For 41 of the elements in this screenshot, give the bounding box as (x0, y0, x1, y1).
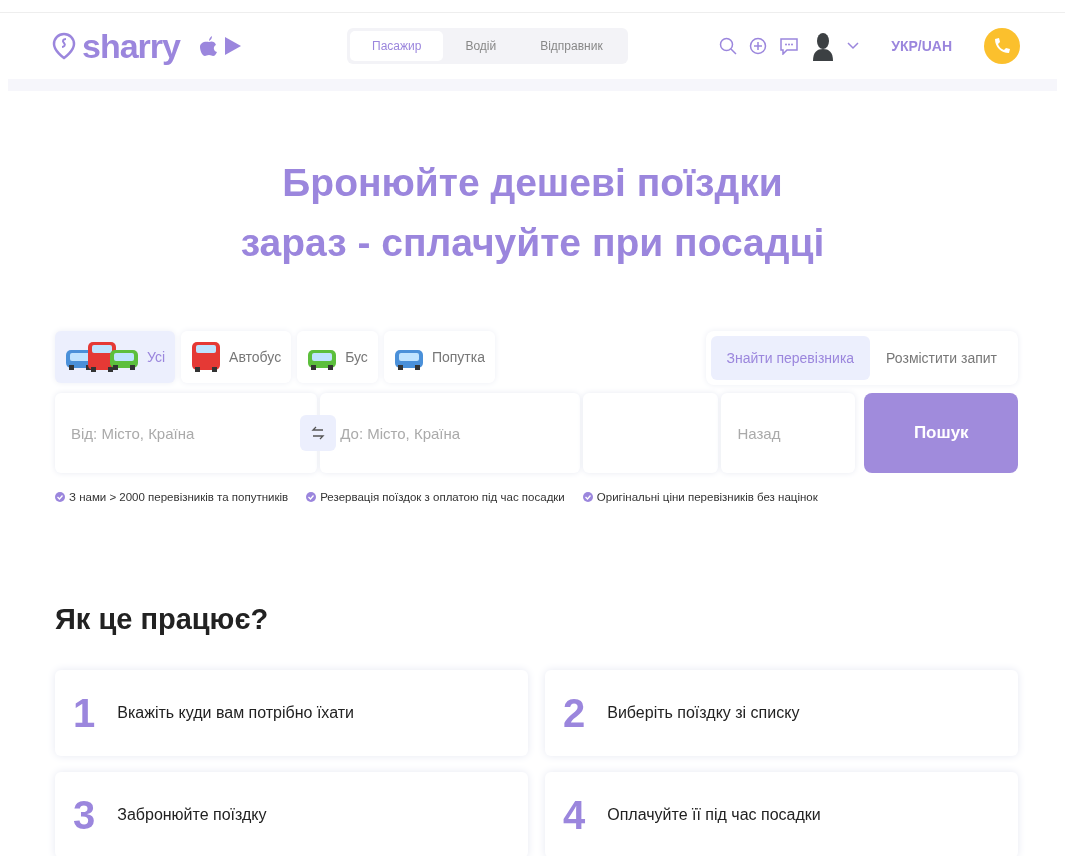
chevron-down-icon[interactable] (847, 42, 860, 50)
add-icon[interactable] (749, 37, 768, 55)
section-heading: Як це працює? (55, 603, 270, 636)
check-icon (306, 492, 317, 502)
chat-icon[interactable] (779, 37, 800, 55)
to-field[interactable]: До: Місто, Країна (320, 393, 581, 473)
vehicle-tab[interactable]: Бус (297, 331, 378, 383)
phone-icon[interactable] (984, 28, 1020, 64)
step-number: 2 (563, 690, 586, 736)
role-tab[interactable]: Пасажир (350, 31, 444, 61)
apple-icon[interactable] (199, 36, 218, 56)
step-text: Оплачуйте її під час посадки (607, 806, 821, 824)
check-icon (582, 492, 593, 502)
role-tab[interactable]: Відправник (518, 31, 625, 61)
logo-text[interactable]: sharry (82, 26, 180, 66)
feature-text: Оригінальні ціни перевізників без націнок (596, 491, 818, 503)
search-icon[interactable] (719, 37, 738, 55)
step-text: Вкажіть куди вам потрібно їхати (117, 704, 354, 722)
hero-title: Бронюйте дешеві поїздки зараз - сплачуйте при посадці (239, 160, 826, 266)
play-store-icon[interactable] (223, 36, 242, 56)
step-text: Забронюйте поїздку (117, 806, 267, 824)
language-button[interactable]: УКР/UAH (885, 37, 958, 55)
search-button[interactable]: Пошук (864, 393, 1018, 473)
from-field[interactable]: Від: Місто, Країна (55, 393, 318, 473)
feature-text: З нами > 2000 перевізників та попутників (69, 491, 289, 503)
role-tab[interactable]: Водій (443, 31, 519, 61)
return-date-field[interactable]: Назад (721, 393, 856, 473)
mode-tab[interactable]: Знайти перевізника (710, 336, 871, 380)
mode-tab[interactable]: Розмістити запит (870, 336, 1013, 380)
logo-icon (52, 32, 76, 60)
step-number: 1 (73, 690, 96, 736)
vehicles-icon (65, 342, 141, 372)
step-text: Виберіть поїздку зі списку (607, 704, 800, 722)
check-icon (55, 492, 65, 502)
vehicle-tab[interactable]: Попутка (383, 331, 495, 383)
vehicle-tab[interactable]: Усі (55, 331, 176, 383)
feature-text: Резервація поїздок з оплатою під час посадки (320, 491, 565, 503)
vehicle-tab[interactable]: Автобус (181, 331, 292, 383)
step-number: 3 (73, 792, 96, 838)
user-icon[interactable] (811, 31, 836, 61)
step-number: 4 (563, 792, 586, 838)
